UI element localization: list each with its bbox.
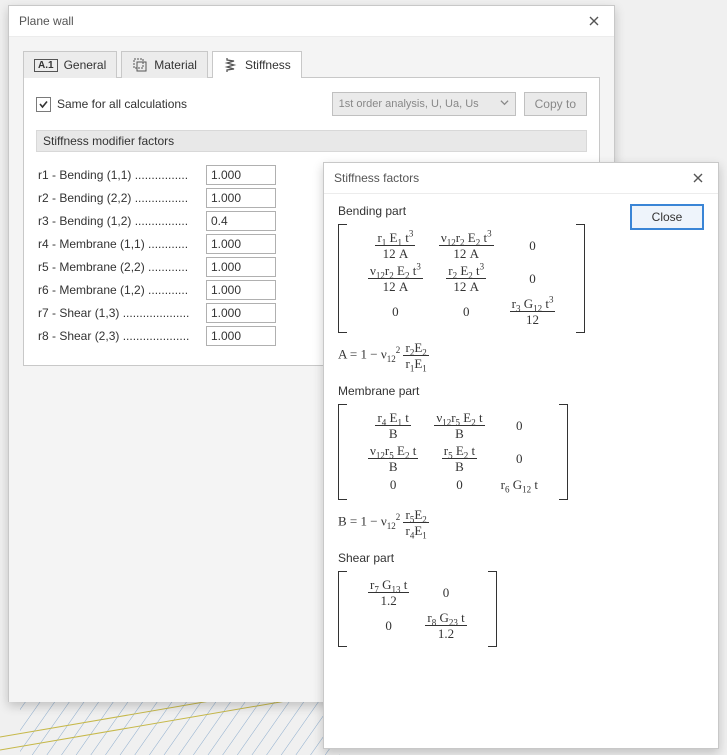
factor-input-r3[interactable]: 0.4: [206, 211, 276, 231]
factor-input-r8[interactable]: 1.000: [206, 326, 276, 346]
factor-label: r5 - Membrane (2,2) ............: [38, 260, 198, 274]
stiffness-factors-titlebar: Stiffness factors: [324, 163, 718, 194]
copy-to-button[interactable]: Copy to: [524, 92, 587, 116]
same-for-all-checkbox[interactable]: Same for all calculations: [36, 97, 187, 112]
bending-A-equation: A = 1 − ν122 r2E2r1E1: [338, 341, 620, 370]
factor-label: r1 - Bending (1,1) ................: [38, 168, 198, 182]
close-button[interactable]: Close: [630, 204, 704, 230]
stiffness-factors-dialog: Stiffness factors Bending part r1 E1 t31…: [323, 162, 719, 749]
factor-label: r6 - Membrane (1,2) ............: [38, 283, 198, 297]
factor-input-r4[interactable]: 1.000: [206, 234, 276, 254]
membrane-matrix: r4 E1 tB ν12r5 E2 tB 0 ν12r5 E2 tB r5 E2…: [338, 404, 620, 500]
tab-general[interactable]: A.1 General: [23, 51, 117, 78]
analysis-combo-value: 1st order analysis, U, Ua, Us: [339, 98, 479, 110]
stiffness-factors-title: Stiffness factors: [334, 171, 419, 185]
tab-general-label: General: [64, 58, 107, 72]
tab-stiffness-label: Stiffness: [245, 58, 291, 72]
tab-general-code: A.1: [34, 59, 58, 72]
shear-matrix: r7 G13 t1.2 0 0 r8 G23 t1.2: [338, 571, 620, 647]
factor-input-r6[interactable]: 1.000: [206, 280, 276, 300]
factor-input-r5[interactable]: 1.000: [206, 257, 276, 277]
factor-input-r7[interactable]: 1.000: [206, 303, 276, 323]
checkbox-box: [36, 97, 51, 112]
membrane-part-title: Membrane part: [338, 384, 620, 398]
membrane-B-equation: B = 1 − ν122 r5E2r4E1: [338, 508, 620, 537]
stiffness-modifier-section-header: Stiffness modifier factors: [36, 130, 587, 152]
factor-label: r4 - Membrane (1,1) ............: [38, 237, 198, 251]
tab-stiffness[interactable]: Stiffness: [212, 51, 302, 78]
factor-input-r1[interactable]: 1.000: [206, 165, 276, 185]
bending-matrix: r1 E1 t312 A ν12r2 E2 t312 A 0 ν12r2 E2 …: [338, 224, 620, 333]
analysis-combo[interactable]: 1st order analysis, U, Ua, Us: [332, 92, 516, 116]
factor-input-r2[interactable]: 1.000: [206, 188, 276, 208]
math-content: Bending part r1 E1 t312 A ν12r2 E2 t312 …: [338, 204, 620, 731]
factor-label: r3 - Bending (1,2) ................: [38, 214, 198, 228]
shear-part-title: Shear part: [338, 551, 620, 565]
factor-label: r8 - Shear (2,3) ....................: [38, 329, 198, 343]
plane-wall-title: Plane wall: [19, 14, 74, 28]
close-icon[interactable]: [684, 166, 712, 190]
material-icon: [132, 57, 148, 73]
plane-wall-titlebar: Plane wall: [9, 6, 614, 37]
tabstrip: A.1 General Material Stiffnes: [23, 51, 600, 78]
same-for-all-label: Same for all calculations: [57, 97, 187, 111]
factor-label: r7 - Shear (1,3) ....................: [38, 306, 198, 320]
close-icon[interactable]: [580, 9, 608, 33]
tab-material[interactable]: Material: [121, 51, 208, 78]
chevron-down-icon: [500, 98, 509, 110]
stiffness-icon: [223, 57, 239, 73]
factor-label: r2 - Bending (2,2) ................: [38, 191, 198, 205]
bending-part-title: Bending part: [338, 204, 620, 218]
tab-material-label: Material: [154, 58, 197, 72]
